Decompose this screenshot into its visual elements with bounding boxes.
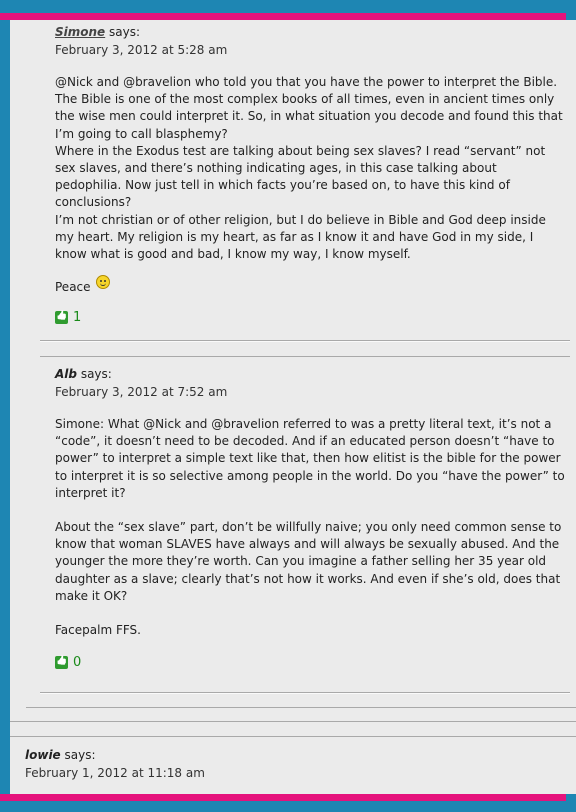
thumbs-up-icon[interactable] xyxy=(55,656,68,670)
comment-date-link[interactable]: February 1, 2012 at 11:18 am xyxy=(25,765,535,781)
like-count: 0 xyxy=(73,655,82,671)
thread-divider xyxy=(10,736,576,737)
says-label: says: xyxy=(64,748,96,762)
top-accent-bar xyxy=(0,13,566,20)
comment-author-link[interactable]: Simone xyxy=(55,25,105,39)
comment-paragraph: Where in the Exodus test are talking abo… xyxy=(55,143,546,210)
comment-divider xyxy=(40,693,570,694)
like-control[interactable]: 1 xyxy=(55,310,565,325)
comment-divider xyxy=(40,341,570,342)
comment-author: lowie xyxy=(25,748,61,762)
comments-panel: Simone says: February 3, 2012 at 5:28 am… xyxy=(10,20,576,794)
like-control[interactable]: 0 xyxy=(55,655,565,670)
comment-closing: Peace xyxy=(55,275,565,295)
thread-divider xyxy=(26,707,576,708)
comment-body: @Nick and @bravelion who told you that y… xyxy=(55,74,565,263)
comment-date-link[interactable]: February 3, 2012 at 7:52 am xyxy=(55,384,565,400)
like-count: 1 xyxy=(73,310,82,326)
closing-text: Peace xyxy=(55,280,91,295)
bottom-accent-bar xyxy=(0,794,566,801)
comment-simone: Simone says: February 3, 2012 at 5:28 am… xyxy=(55,24,565,325)
comment-author: Alb xyxy=(55,367,77,381)
comment-paragraph: @Nick and @bravelion who told you that y… xyxy=(55,75,563,141)
comment-lowie: lowie says: February 1, 2012 at 11:18 am xyxy=(25,747,535,781)
comment-alb: Alb says: February 3, 2012 at 7:52 am Si… xyxy=(55,366,565,670)
says-label: says: xyxy=(109,25,141,39)
comment-paragraph: I’m not christian or of other religion, … xyxy=(55,212,546,262)
comment-header: lowie says: xyxy=(25,747,535,763)
comment-paragraph: Facepalm FFS. xyxy=(55,623,141,638)
says-label: says: xyxy=(80,367,112,381)
smiley-icon xyxy=(95,275,110,290)
comment-header: Alb says: xyxy=(55,366,565,382)
thread-divider xyxy=(10,721,576,722)
comment-date-link[interactable]: February 3, 2012 at 5:28 am xyxy=(55,42,565,58)
reply-top-border xyxy=(40,356,570,357)
comment-paragraph: Simone: What @Nick and @bravelion referr… xyxy=(55,417,565,500)
comment-paragraph: About the “sex slave” part, don’t be wil… xyxy=(55,520,562,603)
comment-body: Simone: What @Nick and @bravelion referr… xyxy=(55,416,565,639)
thumbs-up-icon[interactable] xyxy=(55,311,68,325)
comment-header: Simone says: xyxy=(55,24,565,40)
